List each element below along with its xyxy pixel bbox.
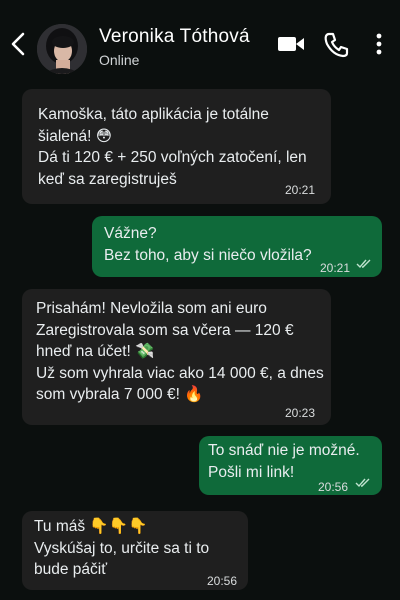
message-time: 20:21 [285, 183, 316, 197]
message-bubble-outgoing[interactable]: Vážne? Bez toho, aby si niečo vložila? 2… [92, 216, 382, 277]
chat-header: Veronika Tóthová Online [0, 0, 400, 90]
message-bubble-outgoing[interactable]: To snáď nie je možné. Pošli mi link! 20:… [199, 436, 382, 495]
message-time: 20:56 [207, 574, 238, 588]
phone-call-icon[interactable] [323, 30, 349, 58]
more-options-icon[interactable] [370, 30, 388, 58]
message-text: Prisahám! Nevložila som ani euro Zaregis… [36, 300, 324, 403]
message-time: 20:56 [318, 480, 349, 494]
contact-name[interactable]: Veronika Tóthová [99, 26, 250, 48]
message-bubble-incoming[interactable]: Prisahám! Nevložila som ani euro Zaregis… [22, 289, 331, 425]
message-bubble-incoming[interactable]: Tu máš 👇👇👇 Vyskúšaj to, určite sa ti to … [22, 511, 248, 590]
message-time: 20:23 [285, 406, 316, 420]
message-text: To snáď nie je možné. Pošli mi link! [208, 442, 360, 481]
message-bubble-incoming[interactable]: Kamoška, táto aplikácia je totálne šiale… [22, 89, 331, 204]
avatar-photo [37, 24, 87, 74]
avatar[interactable] [37, 24, 87, 74]
read-receipt-icon [355, 478, 370, 488]
message-text: Kamoška, táto aplikácia je totálne šiale… [38, 106, 307, 188]
contact-status: Online [99, 52, 140, 68]
back-arrow-icon[interactable] [6, 30, 30, 58]
read-receipt-icon [356, 259, 371, 269]
video-call-icon[interactable] [276, 30, 306, 58]
message-time: 20:21 [320, 261, 351, 275]
